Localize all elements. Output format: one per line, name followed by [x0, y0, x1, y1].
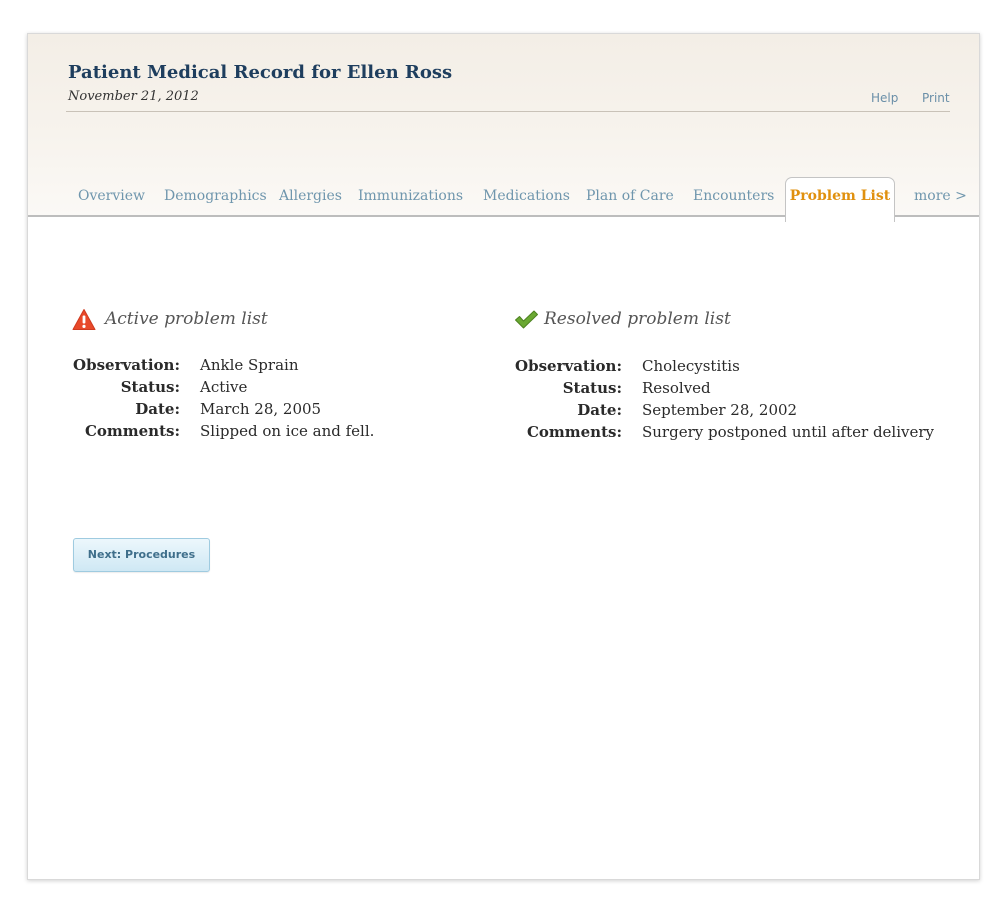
resolved-status-value: Resolved	[642, 379, 711, 397]
active-date-value: March 28, 2005	[200, 400, 322, 418]
checkmark-icon	[515, 310, 538, 329]
active-comments-label: Comments:	[84, 422, 180, 440]
tab-overview[interactable]: Overview	[78, 188, 145, 204]
tab-encounters[interactable]: Encounters	[693, 188, 774, 204]
next-procedures-button[interactable]: Next: Procedures	[73, 538, 210, 572]
print-link[interactable]: Print	[922, 91, 950, 105]
record-window: Patient Medical Record for Ellen Ross No…	[27, 33, 980, 880]
tab-problem-list-label: Problem List	[789, 188, 891, 204]
warning-icon	[72, 309, 96, 330]
header-divider	[66, 111, 950, 112]
tab-more[interactable]: more >	[914, 188, 967, 204]
page-title: Patient Medical Record for Ellen Ross	[68, 62, 453, 83]
active-comments-value: Slipped on ice and fell.	[200, 422, 375, 440]
help-link[interactable]: Help	[871, 91, 898, 105]
resolved-observation-label: Observation:	[515, 357, 622, 375]
resolved-comments-label: Comments:	[526, 423, 622, 441]
resolved-comments-value: Surgery postponed until after delivery	[642, 423, 935, 441]
resolved-problem-heading: Resolved problem list	[544, 309, 731, 329]
tab-allergies[interactable]: Allergies	[279, 188, 342, 204]
tab-demographics[interactable]: Demographics	[164, 188, 267, 204]
active-date-label: Date:	[135, 400, 180, 418]
resolved-date-value: September 28, 2002	[642, 401, 798, 419]
active-observation-value: Ankle Sprain	[200, 356, 299, 374]
record-date: November 21, 2012	[68, 89, 199, 104]
active-status-value: Active	[200, 378, 248, 396]
active-problem-heading: Active problem list	[105, 309, 268, 329]
active-status-label: Status:	[120, 378, 180, 396]
resolved-observation-value: Cholecystitis	[642, 357, 740, 375]
active-observation-label: Observation:	[73, 356, 180, 374]
resolved-date-label: Date:	[577, 401, 622, 419]
tab-plan-of-care[interactable]: Plan of Care	[586, 188, 674, 204]
resolved-status-label: Status:	[562, 379, 622, 397]
tab-immunizations[interactable]: Immunizations	[358, 188, 463, 204]
tab-medications[interactable]: Medications	[483, 188, 570, 204]
